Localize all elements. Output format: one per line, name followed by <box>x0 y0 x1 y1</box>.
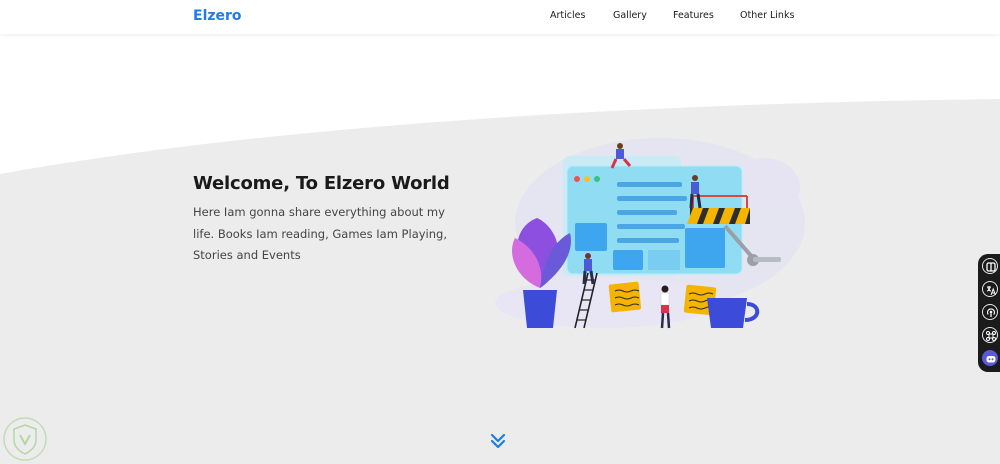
command-icon[interactable] <box>982 327 998 343</box>
podcast-icon[interactable] <box>982 304 998 320</box>
hero-title: Welcome, To Elzero World <box>193 173 450 194</box>
translate-icon[interactable] <box>982 281 998 297</box>
hero-description: Here Iam gonna share everything about my… <box>193 205 447 262</box>
shield-watermark-icon <box>3 417 47 461</box>
assistant-icon[interactable] <box>982 350 998 366</box>
site-logo[interactable]: Elzero <box>193 8 242 24</box>
nav-link-other-links[interactable]: Other Links <box>740 10 794 21</box>
double-chevron-down-icon[interactable] <box>489 432 507 450</box>
split-view-icon[interactable] <box>982 258 998 274</box>
nav-link-articles[interactable]: Articles <box>550 10 585 21</box>
nav-link-features[interactable]: Features <box>673 10 714 21</box>
site-header: Elzero Articles Gallery Features Other L… <box>0 0 1000 34</box>
web-development-illustration <box>495 138 805 329</box>
nav-link-gallery[interactable]: Gallery <box>613 10 647 21</box>
side-toolbar <box>978 254 1000 372</box>
